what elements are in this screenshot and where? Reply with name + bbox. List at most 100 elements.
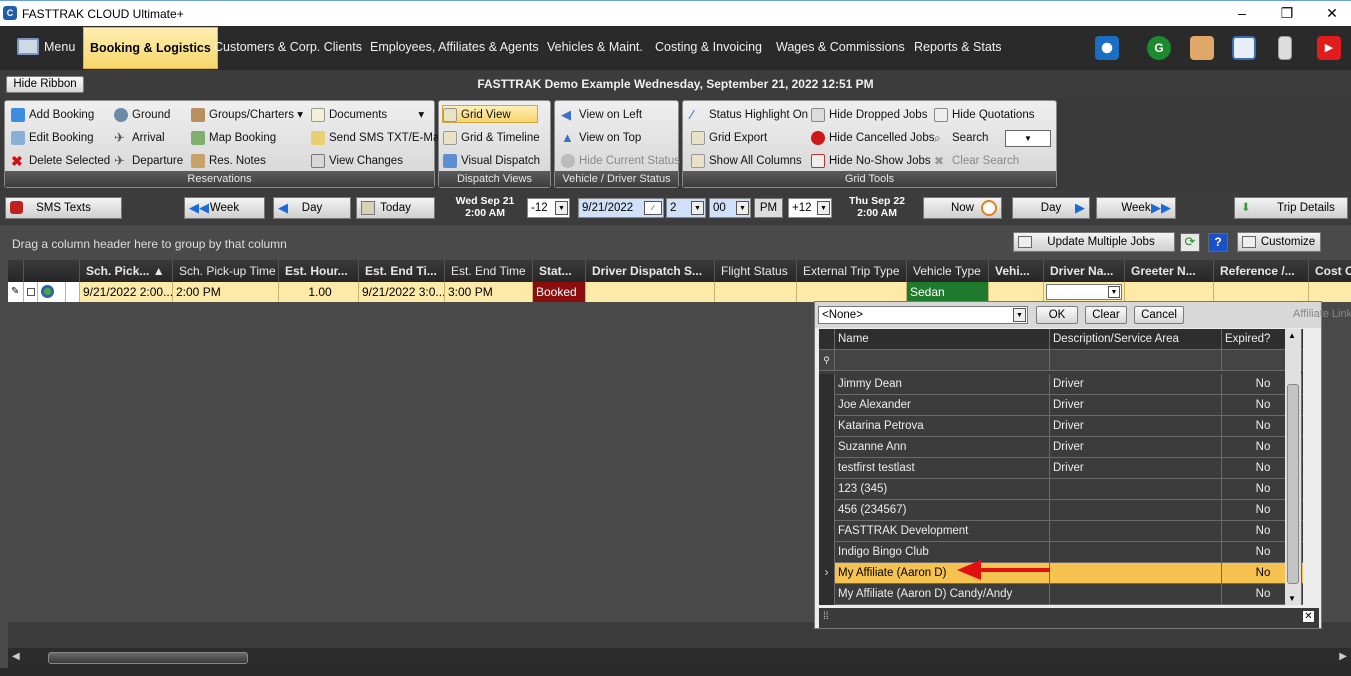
show-all-columns-button[interactable]: Show All Columns [691, 152, 802, 170]
grid-view-button[interactable]: Grid View [442, 105, 538, 123]
maximize-button[interactable]: ❐ [1277, 5, 1297, 22]
refresh-icon[interactable]: ⟳ [1180, 233, 1200, 252]
next-week-button[interactable]: Week ▶▶ [1096, 197, 1176, 219]
trip-details-button[interactable]: ⬇ Trip Details [1234, 197, 1348, 219]
selection-combo[interactable]: <None> ▼ [818, 306, 1028, 324]
plus-hours-select[interactable]: +12 ▼ [788, 198, 832, 218]
cancel-button[interactable]: Cancel [1134, 306, 1184, 324]
table-row[interactable]: ✎ 9/21/2022 2:00... 2:00 PM 1.00 9/21/20… [8, 282, 1351, 302]
customize-button[interactable]: Customize [1237, 232, 1321, 252]
help-icon[interactable]: ? [1208, 233, 1228, 252]
hour-select[interactable]: 2 ▼ [666, 198, 706, 218]
col-vehicle-type[interactable]: Vehicle Type [907, 260, 989, 282]
tab-employees[interactable]: Employees, Affiliates & Agents [370, 40, 539, 54]
arrival-button[interactable]: ✈ Arrival [114, 129, 165, 147]
prev-week-button[interactable]: ◀◀ Week [184, 197, 265, 219]
scroll-right-icon[interactable]: ▶ [1339, 651, 1347, 662]
minus-hours-select[interactable]: -12 ▼ [527, 198, 570, 218]
col-est-end-time[interactable]: Est. End Time [445, 260, 533, 282]
tab-reports[interactable]: Reports & Stats [914, 40, 1002, 54]
col-cost-center[interactable]: Cost C [1309, 260, 1351, 282]
prev-day-button[interactable]: ◀ Day [273, 197, 351, 219]
chevron-down-icon[interactable]: ▼ [1108, 286, 1120, 298]
resize-grip-icon[interactable]: ⁞⁞ [823, 611, 829, 622]
update-multiple-jobs-button[interactable]: Update Multiple Jobs [1013, 232, 1175, 252]
hide-cancelled-jobs-button[interactable]: Hide Cancelled Jobs [811, 129, 934, 147]
view-on-top-button[interactable]: ▲ View on Top [561, 129, 641, 147]
groups-charters-button[interactable]: Groups/Charters ▾ [191, 106, 303, 124]
filter-row[interactable]: ⚲ [819, 350, 1303, 371]
scroll-up-icon[interactable]: ▲ [1288, 331, 1296, 340]
list-item[interactable]: 456 (234567) No [819, 500, 1303, 521]
menu-button[interactable]: Menu [44, 40, 75, 54]
col-est-hours[interactable]: Est. Hour... [279, 260, 359, 282]
popup-vertical-scrollbar[interactable]: ▲ ▼ [1285, 329, 1301, 605]
list-item[interactable]: Katarina Petrova Driver No [819, 416, 1303, 437]
col-reference[interactable]: Reference /... [1214, 260, 1309, 282]
list-item[interactable]: 123 (345) No [819, 479, 1303, 500]
search-dropdown[interactable]: ▼ [1005, 130, 1051, 147]
ok-button[interactable]: OK [1036, 306, 1078, 324]
tab-customers[interactable]: Customers & Corp. Clients [214, 40, 362, 54]
visual-dispatch-button[interactable]: Visual Dispatch [443, 152, 540, 170]
col-vehicle[interactable]: Vehi... [989, 260, 1044, 282]
list-item[interactable]: Jimmy Dean Driver No [819, 374, 1303, 395]
list-item[interactable]: testfirst testlast Driver No [819, 458, 1303, 479]
horizontal-scrollbar[interactable]: ◀ ▶ [8, 648, 1351, 668]
youtube-icon[interactable]: ▶ [1317, 36, 1341, 60]
col-driver-name[interactable]: Driver Na... [1044, 260, 1125, 282]
grid-timeline-button[interactable]: Grid & Timeline [443, 129, 540, 147]
tab-wages[interactable]: Wages & Commissions [776, 40, 905, 54]
scroll-left-icon[interactable]: ◀ [12, 651, 20, 662]
col-est-end[interactable]: Est. End Ti... [359, 260, 445, 282]
mail-icon[interactable] [1190, 36, 1214, 60]
driver-name-editor[interactable]: ▼ [1044, 282, 1125, 302]
tab-booking-logistics[interactable]: Booking & Logistics [83, 27, 218, 69]
col-status[interactable]: Stat... [533, 260, 586, 282]
edit-booking-button[interactable]: Edit Booking [11, 129, 94, 147]
next-day-button[interactable]: Day ▶ [1012, 197, 1090, 219]
hide-no-show-jobs-button[interactable]: Hide No-Show Jobs [811, 152, 931, 170]
menu-icon[interactable] [17, 38, 39, 55]
list-item[interactable]: My Affiliate (Aaron D) Candy/Andy No [819, 584, 1303, 605]
list-item[interactable]: Suzanne Ann Driver No [819, 437, 1303, 458]
view-changes-button[interactable]: View Changes [311, 152, 403, 170]
hide-dropped-jobs-button[interactable]: Hide Dropped Jobs [811, 106, 927, 124]
grid-export-button[interactable]: Grid Export [691, 129, 767, 147]
add-booking-button[interactable]: Add Booking [11, 106, 94, 124]
status-highlight-button[interactable]: ∕ Status Highlight On [691, 106, 808, 124]
search-button[interactable]: ⌕ Search [934, 129, 988, 147]
close-icon[interactable]: ✕ [1302, 610, 1315, 623]
col-name[interactable]: Name [835, 329, 1050, 350]
list-item[interactable]: › My Affiliate (Aaron D) No [819, 563, 1303, 584]
col-flight-status[interactable]: Flight Status [715, 260, 797, 282]
expand-icon[interactable] [24, 282, 38, 302]
cloud-sync-icon[interactable] [1095, 36, 1119, 60]
list-item[interactable]: FASTTRAK Development No [819, 521, 1303, 542]
tab-vehicles[interactable]: Vehicles & Maint. [547, 40, 643, 54]
clear-search-button[interactable]: ✖ Clear Search [934, 152, 1019, 170]
minimize-button[interactable]: – [1232, 5, 1252, 21]
col-description[interactable]: Description/Service Area [1050, 329, 1222, 350]
departure-button[interactable]: ✈ Departure [114, 152, 183, 170]
sms-texts-button[interactable]: SMS Texts [5, 197, 122, 219]
list-item[interactable]: Joe Alexander Driver No [819, 395, 1303, 416]
hide-current-status-button[interactable]: Hide Current Status [561, 152, 680, 170]
col-driver-dispatch[interactable]: Driver Dispatch S... [586, 260, 715, 282]
close-button[interactable]: ✕ [1322, 5, 1342, 22]
col-greeter-name[interactable]: Greeter N... [1125, 260, 1214, 282]
date-input[interactable]: 9/21/2022 ∕ [578, 198, 664, 218]
map-booking-button[interactable]: Map Booking [191, 129, 276, 147]
view-on-left-button[interactable]: ◀ View on Left [561, 106, 642, 124]
col-sched-pickup[interactable]: Sch. Pick... ▲ [80, 260, 173, 282]
hide-quotations-button[interactable]: Hide Quotations [934, 106, 1034, 124]
edit-pencil-icon[interactable]: ✎ [8, 282, 24, 302]
send-sms-button[interactable]: Send SMS TXT/E-Mail [311, 129, 444, 147]
minute-select[interactable]: 00 ▼ [709, 198, 751, 218]
res-notes-button[interactable]: Res. Notes [191, 152, 266, 170]
delete-selected-button[interactable]: ✖ Delete Selected [11, 152, 110, 170]
scroll-down-icon[interactable]: ▼ [1288, 594, 1296, 603]
col-sched-pickup-time[interactable]: Sch. Pick-up Time [173, 260, 279, 282]
today-button[interactable]: Today [356, 197, 435, 219]
ground-button[interactable]: Ground [114, 106, 170, 124]
